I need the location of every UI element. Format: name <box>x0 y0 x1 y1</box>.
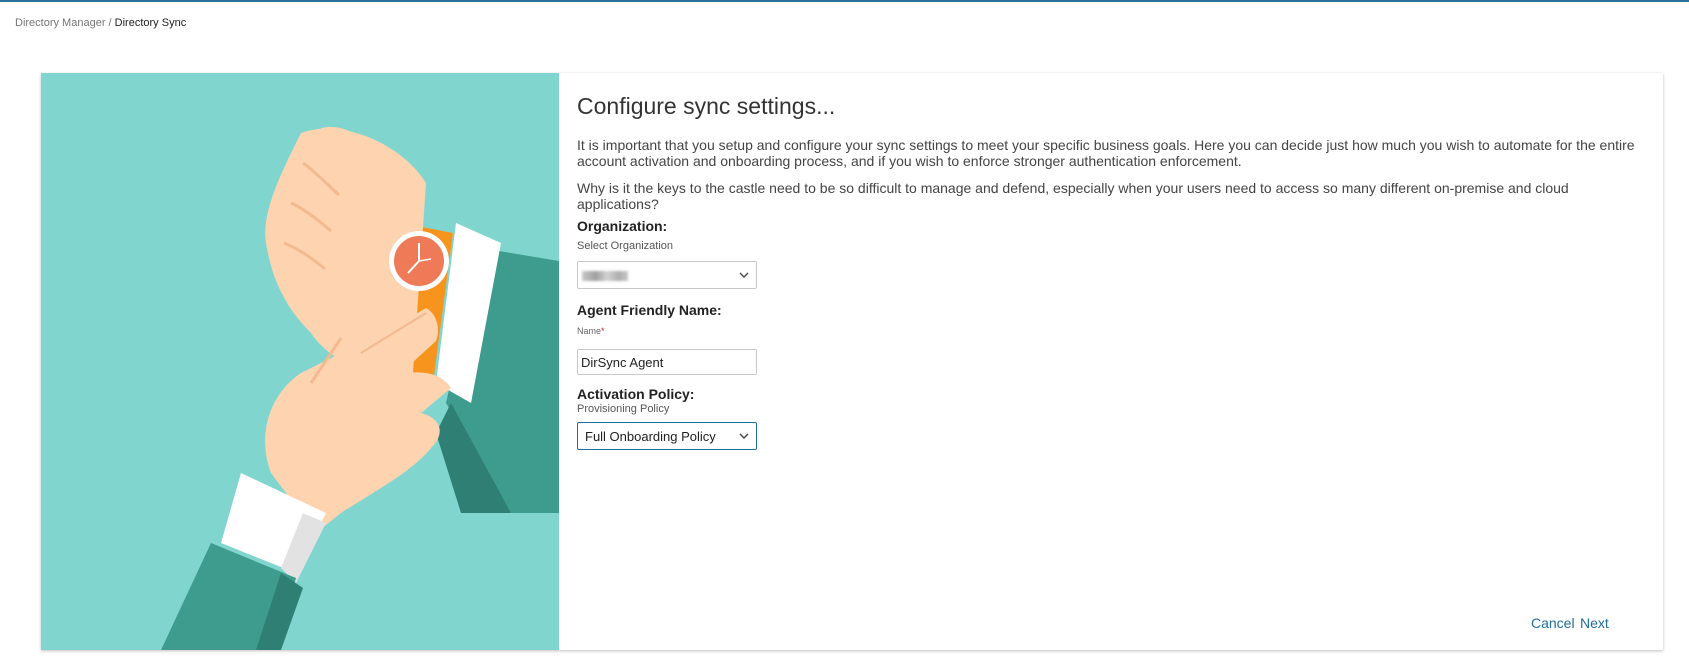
chevron-down-icon <box>739 433 749 439</box>
breadcrumb-separator: / <box>108 17 112 29</box>
agent-name-input[interactable] <box>577 349 757 375</box>
activation-policy-select[interactable]: Full Onboarding Policy <box>577 422 757 450</box>
breadcrumb-parent[interactable]: Directory Manager <box>15 17 105 29</box>
organization-select[interactable] <box>577 261 757 289</box>
organization-heading: Organization: <box>577 218 668 234</box>
next-button[interactable]: Next <box>1580 615 1609 631</box>
organization-sub-label: Select Organization <box>577 240 673 252</box>
intro-paragraph: It is important that you setup and confi… <box>577 137 1635 169</box>
secondary-paragraph: Why is it the keys to the castle need to… <box>577 180 1569 212</box>
wristwatch-illustration <box>41 73 559 650</box>
breadcrumb: Directory Manager / Directory Sync <box>15 17 186 29</box>
agent-name-heading: Agent Friendly Name: <box>577 302 722 318</box>
agent-name-field-label-text: Name <box>577 326 602 336</box>
organization-selected-value-redacted <box>582 271 628 281</box>
activation-policy-heading: Activation Policy: <box>577 386 695 402</box>
cancel-button[interactable]: Cancel <box>1531 615 1575 631</box>
form-panel: Configure sync settings... It is importa… <box>577 73 1663 650</box>
required-mark: * <box>601 326 605 336</box>
top-accent-line <box>0 0 1689 2</box>
wizard-card: Configure sync settings... It is importa… <box>41 73 1663 650</box>
activation-policy-selected-value: Full Onboarding Policy <box>585 429 716 444</box>
page-title: Configure sync settings... <box>577 93 836 119</box>
activation-policy-sub-label: Provisioning Policy <box>577 403 670 415</box>
agent-name-field-label: Name* <box>577 326 605 336</box>
breadcrumb-current: Directory Sync <box>114 17 187 29</box>
chevron-down-icon <box>739 272 749 278</box>
